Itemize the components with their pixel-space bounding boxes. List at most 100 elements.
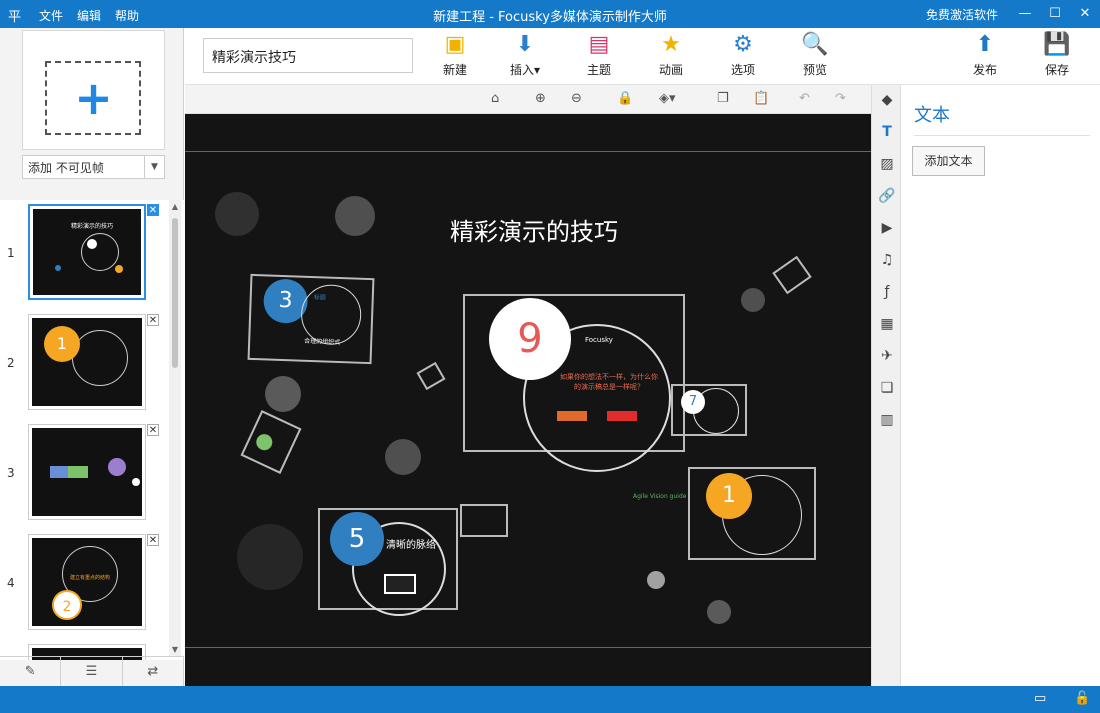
frame-9[interactable]: 9 Focusky 如果你的想法不一样，为什么你的演示稿总是一样呢？ xyxy=(463,294,685,472)
frame-label: 标题 xyxy=(313,294,326,302)
layers-icon[interactable]: ❏ xyxy=(878,379,896,397)
thumbnail-image[interactable] xyxy=(28,424,146,520)
thumb-dot xyxy=(55,265,61,271)
thumbnail-image[interactable]: 建立有重点的结构 2 xyxy=(28,534,146,630)
add-text-button[interactable]: 添加文本 xyxy=(912,146,985,176)
fill-color-icon[interactable]: ◈▾ xyxy=(659,91,676,106)
project-name-field[interactable]: 精彩演示技巧 xyxy=(203,38,413,73)
edit-frame-icon[interactable]: ✎ xyxy=(0,657,62,686)
frame-brand: Focusky xyxy=(585,336,613,344)
frame-3[interactable]: 3 标题 合理的组织式 xyxy=(247,273,375,365)
swap-frame-icon[interactable]: ⇄ xyxy=(123,657,184,686)
bokeh-circle xyxy=(265,376,301,412)
home-icon[interactable]: ⌂ xyxy=(491,91,499,106)
thumb-dot xyxy=(115,265,123,273)
redo-icon[interactable]: ↷ xyxy=(835,91,846,106)
animation-button[interactable]: ★ 动画 xyxy=(641,32,701,78)
bokeh-circle xyxy=(707,600,731,624)
minimize-button[interactable]: — xyxy=(1014,4,1036,24)
thumb-circle xyxy=(81,233,119,271)
layout-icon[interactable]: ▥ xyxy=(878,411,896,429)
thumb-circle xyxy=(108,458,126,476)
undo-icon[interactable]: ↶ xyxy=(799,91,810,106)
thumbnail-image[interactable]: 精彩演示的技巧 xyxy=(28,204,146,300)
copy-icon[interactable]: ❐ xyxy=(717,91,729,106)
small-frame[interactable] xyxy=(240,410,302,474)
panel-divider xyxy=(914,135,1090,136)
theme-button[interactable]: ▤ 主题 xyxy=(569,32,629,78)
preview-button[interactable]: 🔍 预览 xyxy=(785,32,845,78)
thumbnail-2[interactable]: 2 1 ✕ xyxy=(0,314,170,414)
frame-caption: 合理的组织式 xyxy=(304,337,341,347)
canvas-guide-line xyxy=(185,647,871,648)
thumb-dot xyxy=(132,478,140,486)
thumbnail-scrollbar[interactable]: ▲ ▼ xyxy=(169,200,181,656)
chevron-down-icon[interactable]: ▼ xyxy=(144,156,164,178)
publish-button[interactable]: ⬆ 发布 xyxy=(955,32,1015,78)
zoom-out-icon[interactable]: ⊖ xyxy=(571,91,582,106)
thumbnail-image[interactable]: 1 xyxy=(28,314,146,410)
save-button[interactable]: 💾 保存 xyxy=(1027,32,1087,78)
text-tool-icon[interactable]: T xyxy=(878,123,896,141)
frame-list-icon[interactable]: ☰ xyxy=(61,657,123,686)
thumbnail-number: 4 xyxy=(7,576,15,590)
thumbnail-4[interactable]: 4 建立有重点的结构 2 ✕ xyxy=(0,534,170,634)
editing-canvas[interactable]: 精彩演示的技巧 3 标题 合理的组织式 9 Focusky 如果你的想法不一样，… xyxy=(185,114,871,686)
options-button[interactable]: ⚙ 选项 xyxy=(713,32,773,78)
link-icon[interactable]: 🔗 xyxy=(878,187,896,205)
frames-panel: + 添加 不可见帧 ▼ 1 精彩演示的技巧 ✕ 2 1 ✕ 3 ✕ 4 建立有重… xyxy=(0,28,184,686)
music-icon[interactable]: ♫ xyxy=(878,251,896,269)
scroll-thumb[interactable] xyxy=(172,218,178,368)
chart-icon[interactable]: ▦ xyxy=(878,315,896,333)
laptop-icon xyxy=(384,574,416,594)
thumb-circle xyxy=(72,330,128,386)
frame-1[interactable]: 1 xyxy=(688,467,816,560)
frame-7[interactable]: 7 xyxy=(671,384,747,436)
thumbnail-3[interactable]: 3 ✕ xyxy=(0,424,170,524)
lock-icon[interactable]: 🔒 xyxy=(617,91,633,106)
delete-frame-icon[interactable]: ✕ xyxy=(147,534,159,546)
add-frame-button[interactable]: + xyxy=(22,30,165,150)
image-icon[interactable]: ▨ xyxy=(878,155,896,173)
paste-icon[interactable]: 📋 xyxy=(753,91,769,106)
insert-icon: ⬇ xyxy=(515,32,535,57)
frame-badge-1: 1 xyxy=(706,473,752,519)
scroll-up-icon[interactable]: ▲ xyxy=(169,202,181,211)
small-frame[interactable] xyxy=(772,255,812,295)
canvas-title[interactable]: 精彩演示的技巧 xyxy=(450,212,618,247)
plane-icon[interactable]: ✈ xyxy=(878,347,896,365)
video-icon[interactable]: ▶ xyxy=(878,219,896,237)
close-button[interactable]: ✕ xyxy=(1074,4,1096,24)
zoom-in-icon[interactable]: ⊕ xyxy=(535,91,546,106)
frame-tag-red xyxy=(607,411,637,421)
delete-frame-icon[interactable]: ✕ xyxy=(147,204,159,216)
publish-icon: ⬆ xyxy=(975,32,995,57)
frame-type-select[interactable]: 添加 不可见帧 ▼ xyxy=(22,155,165,179)
thumb-dot xyxy=(87,239,97,249)
new-button[interactable]: ▣ 新建 xyxy=(425,32,485,78)
screen-icon[interactable]: ▭ xyxy=(1034,691,1046,706)
small-frame[interactable] xyxy=(416,361,446,391)
frame-5[interactable]: 5 清晰的脉络 xyxy=(318,508,458,616)
unlock-icon[interactable]: 🔓 xyxy=(1074,691,1090,706)
thumbnail-number: 1 xyxy=(7,246,15,260)
activate-software-link[interactable]: 免费激活软件 xyxy=(926,6,998,23)
bokeh-circle xyxy=(215,192,259,236)
delete-frame-icon[interactable]: ✕ xyxy=(147,424,159,436)
options-icon: ⚙ xyxy=(733,32,753,57)
thumb-box xyxy=(50,466,70,478)
scroll-down-icon[interactable]: ▼ xyxy=(169,645,181,654)
thumbnail-1[interactable]: 1 精彩演示的技巧 ✕ xyxy=(0,204,170,304)
preview-label: 预览 xyxy=(802,63,827,77)
delete-frame-icon[interactable]: ✕ xyxy=(147,314,159,326)
small-frame[interactable] xyxy=(460,504,508,537)
maximize-button[interactable]: ☐ xyxy=(1044,4,1066,24)
frame-tag-orange xyxy=(557,411,587,421)
shape-icon[interactable]: ◆ xyxy=(878,91,896,109)
flash-icon[interactable]: ƒ xyxy=(878,283,896,301)
title-bar: 平 文件 编辑 帮助 新建工程 - Focusky多媒体演示制作大师 免费激活软… xyxy=(0,0,1100,28)
bokeh-circle xyxy=(741,288,765,312)
insert-button[interactable]: ⬇ 插入▾ xyxy=(495,32,555,78)
frame-text: 如果你的想法不一样，为什么你的演示稿总是一样呢？ xyxy=(560,373,658,391)
save-label: 保存 xyxy=(1044,63,1069,77)
